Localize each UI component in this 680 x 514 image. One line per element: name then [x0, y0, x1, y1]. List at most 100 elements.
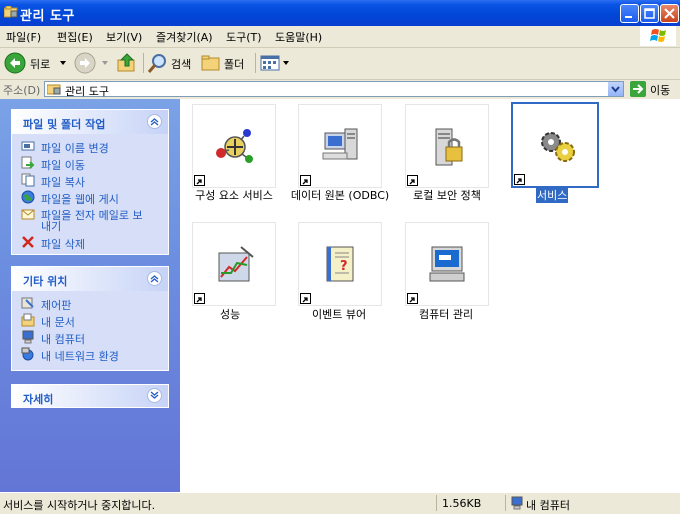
- folders-icon: [201, 55, 220, 71]
- address-dropdown[interactable]: [608, 82, 623, 96]
- other-places-panel: 기타 위치 제어판 내 문서 내 컴퓨터 내 네트워크 환경: [11, 266, 169, 371]
- move-icon: [21, 156, 35, 169]
- shortcut-arrow-icon: [300, 293, 311, 304]
- computer-management-icon: [429, 246, 465, 282]
- file-item-local-security[interactable]: [405, 104, 489, 188]
- address-value: 관리 도구: [65, 85, 109, 98]
- menu-file[interactable]: 파일(F): [6, 29, 41, 45]
- up-folder-icon: [117, 53, 135, 72]
- title-bar[interactable]: 관리 도구: [0, 0, 680, 26]
- views-button[interactable]: [259, 52, 291, 74]
- close-button[interactable]: [660, 4, 679, 23]
- panel-title: 자세히: [23, 393, 54, 406]
- file-item-services[interactable]: [511, 102, 599, 188]
- folders-button[interactable]: 폴더: [200, 52, 250, 74]
- expand-icon[interactable]: [147, 388, 162, 403]
- minimize-button[interactable]: [620, 4, 639, 23]
- windows-flag-icon: [650, 29, 666, 42]
- go-label: 이동: [650, 84, 671, 97]
- file-view: 구성 요소 서비스 데이터 원본 (ODBC) 로컬 보안 정책 서비스 성능 …: [180, 99, 680, 492]
- menu-edit[interactable]: 편집(E): [57, 29, 93, 45]
- other-places-header[interactable]: 기타 위치: [12, 267, 168, 291]
- email-icon: [21, 209, 35, 220]
- status-size: 1.56KB: [442, 497, 482, 510]
- window-title: 관리 도구: [20, 9, 75, 24]
- shortcut-arrow-icon: [194, 293, 205, 304]
- forward-arrow-icon: [74, 52, 96, 74]
- copy-icon: [21, 173, 35, 187]
- collapse-icon[interactable]: [147, 114, 162, 129]
- file-label[interactable]: 로컬 보안 정책: [402, 187, 492, 203]
- file-item-computer-management[interactable]: [405, 222, 489, 306]
- maximize-button[interactable]: [640, 4, 659, 23]
- go-button[interactable]: 이동: [630, 81, 678, 97]
- file-item-odbc[interactable]: [298, 104, 382, 188]
- address-input[interactable]: 관리 도구: [44, 81, 624, 98]
- up-folder-button[interactable]: [116, 52, 140, 74]
- my-documents-icon: [21, 313, 35, 327]
- shortcut-arrow-icon: [407, 175, 418, 186]
- svg-text:?: ?: [340, 259, 348, 274]
- menu-bar: 파일(F) 편집(E) 보기(V) 즐겨찾기(A) 도구(T) 도움말(H): [0, 26, 680, 48]
- file-label[interactable]: 이벤트 뷰어: [312, 306, 366, 322]
- file-label[interactable]: 컴퓨터 관리: [419, 306, 473, 322]
- menu-help[interactable]: 도움말(H): [275, 29, 322, 45]
- menu-favorites[interactable]: 즐겨찾기(A): [156, 29, 213, 45]
- shortcut-arrow-icon: [194, 175, 205, 186]
- file-label-selected[interactable]: 서비스: [536, 187, 569, 203]
- event-viewer-icon: ?: [326, 246, 354, 282]
- delete-icon: [22, 236, 34, 248]
- menu-tools[interactable]: 도구(T): [226, 29, 262, 45]
- forward-button[interactable]: [74, 52, 114, 74]
- performance-icon: [218, 246, 254, 282]
- search-label: 검색: [171, 58, 192, 71]
- odbc-icon: [322, 128, 358, 160]
- panel-title: 파일 및 폴더 작업: [23, 118, 106, 131]
- control-panel-icon: [21, 297, 34, 309]
- address-bar: 주소(D) 관리 도구 이동: [0, 80, 680, 100]
- go-arrow-icon: [630, 81, 646, 97]
- file-item-performance[interactable]: [192, 222, 276, 306]
- back-button[interactable]: 뒤로: [4, 52, 68, 74]
- local-security-icon: [435, 128, 463, 166]
- search-button[interactable]: 검색: [147, 52, 197, 74]
- views-icon: [260, 55, 280, 71]
- task-pane: 파일 및 폴더 작업 파일 이름 변경 파일 이동 파일 복사 파일을 웹에 게…: [0, 99, 180, 492]
- component-services-icon: [216, 129, 253, 163]
- status-bar: 서비스를 시작하거나 중지합니다. 1.56KB 내 컴퓨터: [0, 492, 680, 514]
- menu-view[interactable]: 보기(V): [106, 29, 142, 45]
- file-label[interactable]: 데이터 원본 (ODBC): [286, 187, 394, 203]
- search-icon: [147, 54, 166, 73]
- file-label[interactable]: 성능: [220, 306, 240, 322]
- folders-label: 폴더: [224, 58, 245, 71]
- file-item-event-viewer[interactable]: ?: [298, 222, 382, 306]
- folder-tools-icon: [47, 84, 61, 95]
- services-icon: [541, 132, 575, 162]
- folder-tools-icon: [4, 6, 18, 18]
- panel-title: 기타 위치: [23, 275, 68, 288]
- status-zone: 내 컴퓨터: [526, 499, 570, 512]
- standard-toolbar: 뒤로 검색 폴더: [0, 48, 680, 80]
- file-label[interactable]: 구성 요소 서비스: [191, 187, 277, 203]
- chevron-down-icon: [611, 86, 620, 93]
- back-label: 뒤로: [30, 58, 51, 71]
- close-icon: [664, 8, 675, 19]
- back-dropdown-icon[interactable]: [60, 61, 66, 65]
- status-message: 서비스를 시작하거나 중지합니다.: [3, 499, 156, 512]
- back-arrow-icon: [4, 52, 26, 74]
- my-computer-icon: [511, 496, 523, 510]
- details-panel: 자세히: [11, 384, 169, 408]
- collapse-icon[interactable]: [147, 271, 162, 286]
- address-label: 주소(D): [3, 84, 41, 97]
- views-dropdown-icon: [283, 61, 289, 65]
- file-item-component-services[interactable]: [192, 104, 276, 188]
- details-header[interactable]: 자세히: [12, 385, 168, 407]
- network-icon: [21, 347, 34, 361]
- globe-icon: [21, 190, 35, 204]
- rename-icon: [21, 141, 35, 151]
- file-folder-tasks-header[interactable]: 파일 및 폴더 작업: [12, 110, 168, 134]
- shortcut-arrow-icon: [407, 293, 418, 304]
- file-folder-tasks-panel: 파일 및 폴더 작업 파일 이름 변경 파일 이동 파일 복사 파일을 웹에 게…: [11, 109, 169, 255]
- forward-dropdown-icon[interactable]: [102, 61, 108, 65]
- shortcut-arrow-icon: [514, 174, 525, 185]
